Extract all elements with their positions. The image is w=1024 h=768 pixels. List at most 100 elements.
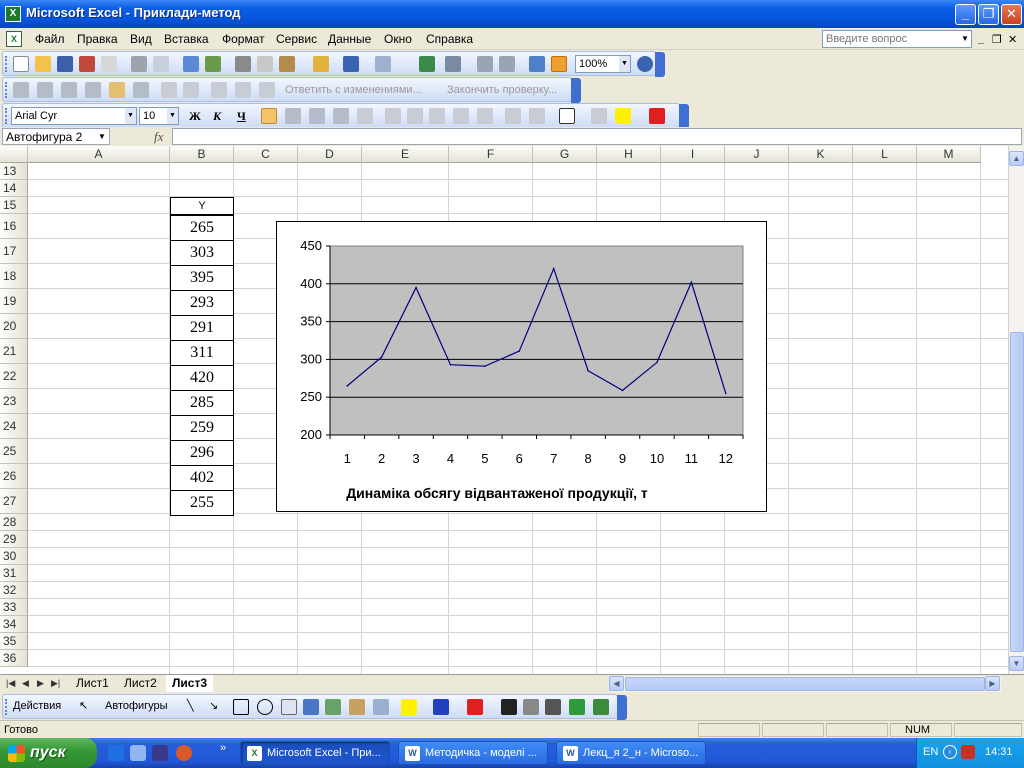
email-icon[interactable]: [101, 56, 117, 72]
row-header[interactable]: 25: [0, 439, 28, 464]
underline-button[interactable]: Ч: [237, 109, 246, 124]
menu-edit[interactable]: Правка: [77, 32, 118, 46]
toolbar-options-icon[interactable]: [679, 104, 689, 129]
end-review-button[interactable]: Закончить проверку...: [447, 84, 557, 96]
menu-window[interactable]: Окно: [384, 32, 412, 46]
vertical-scroll-thumb[interactable]: [1010, 332, 1024, 652]
line-tool-icon[interactable]: ╲: [187, 699, 203, 715]
row-header[interactable]: 26: [0, 464, 28, 489]
save-quicklaunch-icon[interactable]: [152, 745, 168, 761]
new-icon[interactable]: [13, 56, 29, 72]
menu-tools[interactable]: Сервис: [276, 32, 317, 46]
sheet-tab-2[interactable]: Лист2: [118, 675, 163, 692]
workbook-close-button[interactable]: ✕: [1008, 33, 1017, 46]
quicklaunch-more-icon[interactable]: »: [220, 742, 226, 754]
bold-button[interactable]: Ж: [189, 109, 201, 124]
y-value-cell[interactable]: 259: [170, 415, 234, 441]
column-header[interactable]: H: [597, 146, 661, 163]
row-header[interactable]: 31: [0, 565, 28, 582]
name-box[interactable]: Автофигура 2 ▼: [2, 128, 110, 145]
text-box-icon[interactable]: [281, 699, 297, 715]
show-desktop-icon[interactable]: [130, 745, 146, 761]
autosum-icon[interactable]: [445, 56, 461, 72]
font-color-icon[interactable]: [649, 108, 665, 124]
insert-function-icon[interactable]: [591, 108, 607, 124]
workbook-minimize-button[interactable]: _: [978, 33, 984, 45]
column-header[interactable]: F: [449, 146, 533, 163]
spelling-icon[interactable]: [183, 56, 199, 72]
y-value-cell[interactable]: 255: [170, 490, 234, 516]
shadow-style-icon[interactable]: [569, 699, 585, 715]
row-header[interactable]: 20: [0, 314, 28, 339]
sort-descending-icon[interactable]: [499, 56, 515, 72]
chart-wizard-icon[interactable]: [529, 56, 545, 72]
rectangle-tool-icon[interactable]: [233, 699, 249, 715]
prev-sheet-icon[interactable]: ◀: [22, 678, 29, 689]
chevron-down-icon[interactable]: ▼: [619, 56, 630, 72]
toolbar-options-icon[interactable]: [617, 695, 627, 720]
select-all-corner[interactable]: [0, 146, 28, 163]
tray-expand-icon[interactable]: ‹: [943, 745, 957, 759]
oval-tool-icon[interactable]: [257, 699, 273, 715]
mail-recipient-icon[interactable]: [259, 82, 275, 98]
language-indicator[interactable]: EN: [923, 746, 938, 758]
clip-art-icon[interactable]: [349, 699, 365, 715]
task-excel[interactable]: X Microsoft Excel - При...: [240, 741, 390, 765]
y-column-header-cell[interactable]: Y: [170, 197, 234, 215]
new-comment-icon[interactable]: [37, 82, 53, 98]
scroll-down-icon[interactable]: ▼: [1009, 656, 1024, 671]
column-header[interactable]: A: [28, 146, 170, 163]
ink-icon[interactable]: [211, 82, 227, 98]
row-header[interactable]: 35: [0, 633, 28, 650]
help-icon[interactable]: [637, 56, 653, 72]
next-comment-icon[interactable]: [85, 82, 101, 98]
chevron-down-icon[interactable]: ▼: [95, 129, 109, 144]
3d-style-icon[interactable]: [593, 699, 609, 715]
y-value-cell[interactable]: 311: [170, 340, 234, 366]
menu-file[interactable]: Файл: [35, 32, 65, 46]
save-icon[interactable]: [57, 56, 73, 72]
insert-function-fx-icon[interactable]: fx: [154, 129, 163, 145]
comma-style-icon[interactable]: [429, 108, 445, 124]
row-header[interactable]: 32: [0, 582, 28, 599]
scroll-up-icon[interactable]: ▲: [1009, 151, 1024, 166]
browser-icon[interactable]: [176, 745, 192, 761]
draw-actions-menu[interactable]: Действия: [13, 700, 61, 712]
line-color-icon[interactable]: [433, 699, 449, 715]
align-left-icon[interactable]: [261, 108, 277, 124]
font-size-select[interactable]: 10 ▼: [139, 107, 179, 125]
compare-icon[interactable]: [13, 82, 29, 98]
fill-color-icon[interactable]: [615, 108, 631, 124]
print-icon[interactable]: [131, 56, 147, 72]
row-header[interactable]: 17: [0, 239, 28, 264]
font-name-select[interactable]: Arial Cyr ▼: [11, 107, 137, 125]
toolbar-grip[interactable]: [5, 82, 8, 98]
toolbar-grip[interactable]: [5, 699, 8, 715]
italic-button[interactable]: К: [213, 109, 221, 124]
arrow-tool-icon[interactable]: ↘: [209, 699, 225, 715]
menu-help[interactable]: Справка: [426, 32, 473, 46]
line-style-icon[interactable]: [501, 699, 517, 715]
column-header[interactable]: B: [170, 146, 234, 163]
chevron-down-icon[interactable]: ▼: [125, 108, 136, 124]
column-header[interactable]: K: [789, 146, 853, 163]
horizontal-scroll-thumb[interactable]: [625, 677, 985, 691]
column-header[interactable]: G: [533, 146, 597, 163]
row-header[interactable]: 36: [0, 650, 28, 667]
next-sheet-icon[interactable]: ▶: [37, 678, 44, 689]
toolbar-grip[interactable]: [5, 108, 8, 124]
decrease-decimal-icon[interactable]: [477, 108, 493, 124]
row-header[interactable]: 24: [0, 414, 28, 439]
row-header[interactable]: 29: [0, 531, 28, 548]
fill-color-icon[interactable]: [401, 699, 417, 715]
cut-icon[interactable]: [235, 56, 251, 72]
accept-icon[interactable]: [183, 82, 199, 98]
menu-data[interactable]: Данные: [328, 32, 371, 46]
row-header[interactable]: 23: [0, 389, 28, 414]
column-header[interactable]: E: [362, 146, 449, 163]
format-painter-icon[interactable]: [313, 56, 329, 72]
menu-insert[interactable]: Вставка: [164, 32, 209, 46]
horizontal-scrollbar[interactable]: ◀ ▶: [609, 676, 1001, 692]
wordart-icon[interactable]: [303, 699, 319, 715]
toolbar-options-icon[interactable]: [571, 78, 581, 103]
